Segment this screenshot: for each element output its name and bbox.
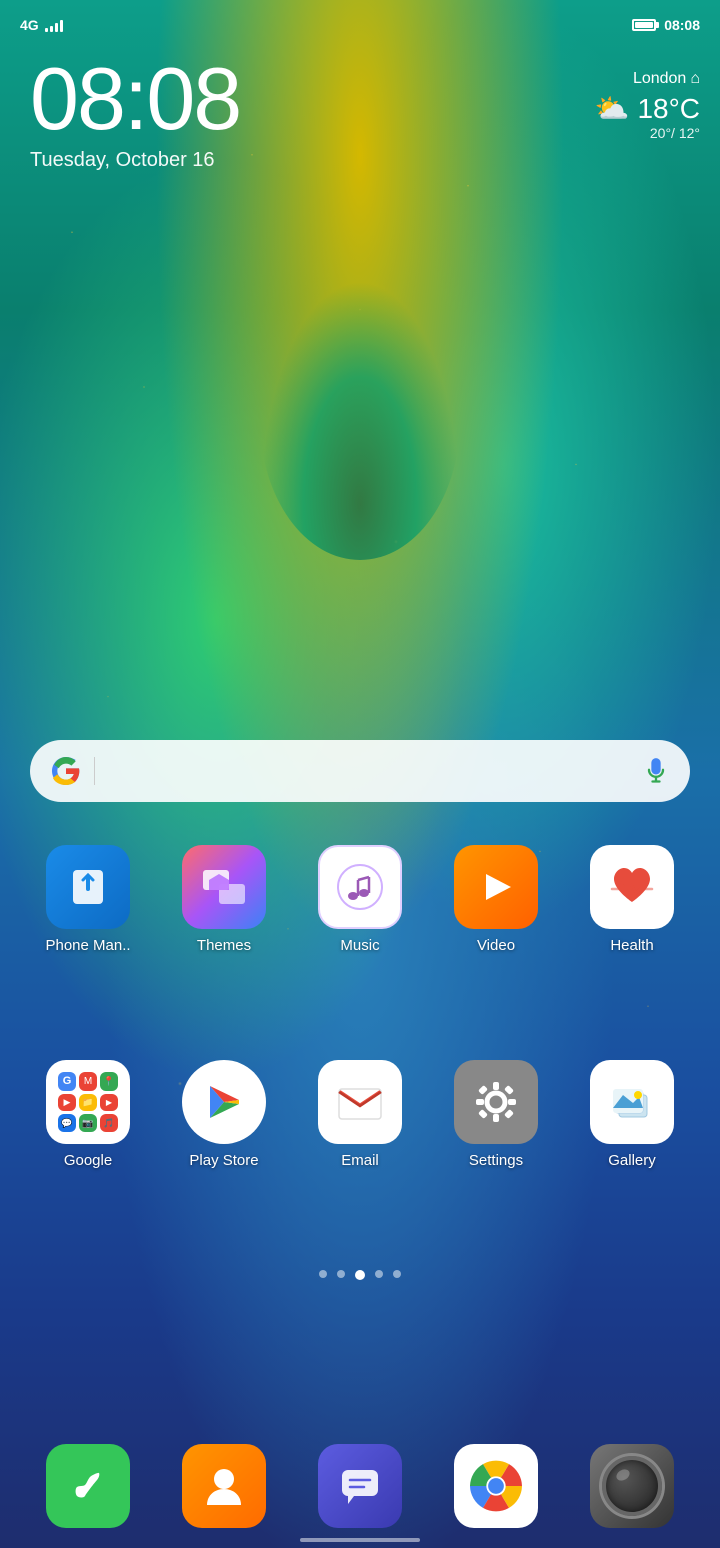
email-icon[interactable] — [318, 1060, 402, 1144]
dock-contacts[interactable] — [182, 1444, 266, 1528]
messages-svg — [334, 1460, 386, 1512]
bar2 — [50, 26, 53, 32]
search-bar[interactable] — [30, 740, 690, 802]
video-icon[interactable] — [454, 845, 538, 929]
google-logo — [50, 755, 82, 787]
microphone-icon[interactable] — [642, 757, 670, 785]
dock — [0, 1444, 720, 1528]
app-settings[interactable]: Settings — [441, 1060, 551, 1169]
clock-area: 08:08 Tuesday, October 16 — [30, 55, 240, 172]
location-weather: London ⌂ ⛅ 18°C 20°/ 12° — [595, 70, 700, 141]
video-label: Video — [477, 937, 515, 954]
apps-row2: G M 📍 ▶ 📁 ▶ 💬 — [0, 1060, 720, 1169]
contacts-svg — [199, 1461, 249, 1511]
bar1 — [45, 28, 48, 32]
app-themes[interactable]: Themes — [169, 845, 279, 954]
bar3 — [55, 23, 58, 32]
dot-4 — [375, 1270, 383, 1278]
play-store-icon[interactable] — [182, 1060, 266, 1144]
app-google[interactable]: G M 📍 ▶ 📁 ▶ 💬 — [33, 1060, 143, 1169]
settings-svg — [469, 1075, 523, 1129]
app-gallery[interactable]: Gallery — [577, 1060, 687, 1169]
app-health[interactable]: Health — [577, 845, 687, 954]
music-label: Music — [340, 937, 379, 954]
bar4 — [60, 20, 63, 32]
dock-chrome[interactable] — [454, 1444, 538, 1528]
chrome-dock-icon[interactable] — [454, 1444, 538, 1528]
city-name: London — [633, 70, 686, 88]
temperature: 18°C — [637, 93, 700, 125]
health-svg — [602, 857, 662, 917]
cloud-icon: ⛅ — [595, 92, 630, 125]
dock-messages[interactable] — [318, 1444, 402, 1528]
camera-dock-icon[interactable] — [590, 1444, 674, 1528]
app-music[interactable]: Music — [305, 845, 415, 954]
island-decoration — [260, 280, 460, 560]
dock-phone[interactable] — [46, 1444, 130, 1528]
settings-label: Settings — [469, 1152, 523, 1169]
page-dots — [0, 1270, 720, 1280]
phone-manager-icon[interactable] — [46, 845, 130, 929]
app-video[interactable]: Video — [441, 845, 551, 954]
location-row: London ⌂ — [595, 70, 700, 88]
dot-3-active — [355, 1270, 365, 1280]
dot-5 — [393, 1270, 401, 1278]
contacts-dock-icon[interactable] — [182, 1444, 266, 1528]
status-bar: 4G 08:08 — [0, 0, 720, 50]
network-label: 4G — [20, 17, 39, 33]
gallery-label: Gallery — [608, 1152, 656, 1169]
music-svg — [333, 860, 387, 914]
chrome-svg — [470, 1460, 522, 1512]
battery-icon — [632, 19, 656, 31]
status-time: 08:08 — [664, 17, 700, 33]
themes-label: Themes — [197, 937, 251, 954]
clock-date: Tuesday, October 16 — [30, 149, 240, 172]
home-icon: ⌂ — [690, 70, 700, 88]
battery-fill — [635, 22, 653, 28]
messages-dock-icon[interactable] — [318, 1444, 402, 1528]
home-indicator — [300, 1538, 420, 1542]
dock-camera[interactable] — [590, 1444, 674, 1528]
google-label: Google — [64, 1152, 112, 1169]
google-grid: G M 📍 ▶ 📁 ▶ 💬 — [58, 1072, 118, 1132]
email-svg — [331, 1073, 389, 1131]
video-svg — [471, 862, 521, 912]
play-store-svg — [194, 1072, 254, 1132]
dot-2 — [337, 1270, 345, 1278]
app-phone-manager[interactable]: Phone Man.. — [33, 845, 143, 954]
weather-range: 20°/ 12° — [595, 125, 700, 141]
phone-svg — [63, 1461, 113, 1511]
settings-icon[interactable] — [454, 1060, 538, 1144]
weather-temp: ⛅ 18°C — [595, 92, 700, 125]
play-store-label: Play Store — [189, 1152, 258, 1169]
app-email[interactable]: Email — [305, 1060, 415, 1169]
clock-time: 08:08 — [30, 55, 240, 143]
phone-dock-icon[interactable] — [46, 1444, 130, 1528]
themes-icon[interactable] — [182, 845, 266, 929]
google-icon[interactable]: G M 📍 ▶ 📁 ▶ 💬 — [46, 1060, 130, 1144]
dot-1 — [319, 1270, 327, 1278]
camera-lens — [602, 1456, 662, 1516]
signal-bars — [45, 18, 63, 32]
app-play-store[interactable]: Play Store — [169, 1060, 279, 1169]
search-divider — [94, 757, 95, 785]
gallery-icon[interactable] — [590, 1060, 674, 1144]
gallery-svg — [603, 1073, 661, 1131]
apps-row1: Phone Man.. Themes — [0, 845, 720, 954]
phone-manager-svg — [63, 862, 113, 912]
status-left: 4G — [20, 17, 63, 33]
music-icon[interactable] — [318, 845, 402, 929]
email-label: Email — [341, 1152, 379, 1169]
phone-manager-label: Phone Man.. — [45, 937, 130, 954]
health-icon[interactable] — [590, 845, 674, 929]
status-right: 08:08 — [632, 17, 700, 33]
health-label: Health — [610, 937, 653, 954]
themes-svg — [197, 860, 251, 914]
